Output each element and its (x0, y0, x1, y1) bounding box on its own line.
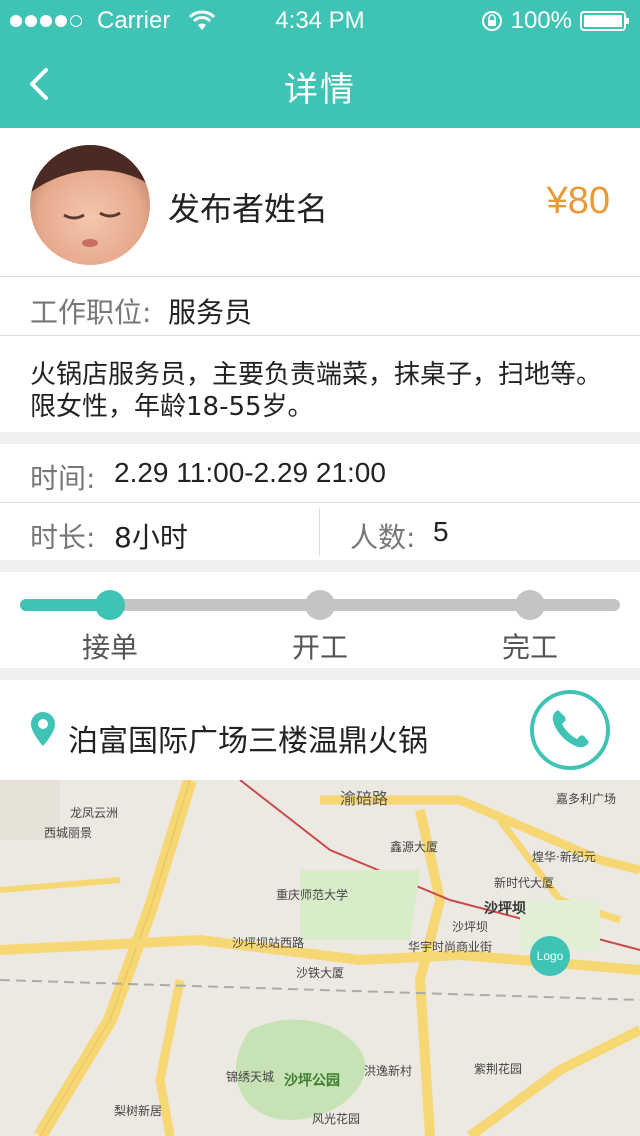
step-label-finish: 完工 (501, 631, 558, 664)
map-label: 西城丽景 (44, 826, 93, 840)
map-label: 新时代大厦 (494, 876, 555, 890)
time-label: 时间: (30, 462, 96, 495)
call-button[interactable] (530, 690, 610, 770)
nav-bar: 详情 (0, 40, 640, 128)
location-pin-icon (31, 712, 55, 746)
step-dot-start (305, 590, 335, 620)
map-label: 梨树新居 (114, 1104, 163, 1118)
people-label: 人数: (350, 521, 416, 554)
divider (0, 502, 640, 503)
divider (319, 508, 320, 556)
map-label: 紫荆花园 (474, 1062, 523, 1076)
logo-badge: Logo (530, 936, 570, 976)
map-label: 沙坪坝 (452, 920, 489, 934)
step-dot-accept (95, 590, 125, 620)
map-label: 龙凤云洲 (70, 806, 119, 820)
step-label-start: 开工 (291, 631, 348, 664)
map-label: 华宇时尚商业街 (408, 940, 493, 954)
people-value: 5 (433, 516, 449, 547)
map-label: 嘉多利广场 (556, 792, 617, 806)
map-label: 沙坪坝 (484, 901, 526, 917)
battery-percent: 100% (510, 7, 572, 34)
avatar (30, 145, 150, 265)
map-label: 风光花园 (312, 1112, 361, 1126)
map-label: 沙铁大厦 (296, 966, 345, 980)
map-label: 沙坪坝站西路 (232, 936, 305, 950)
map-label: 渝碚路 (340, 789, 389, 808)
rotation-lock-icon (481, 11, 502, 31)
map-label: 煌华·新纪元 (532, 850, 596, 864)
duration-value: 8小时 (114, 521, 188, 554)
address-text: 泊富国际广场三楼温鼎火锅 (68, 724, 428, 759)
price-tag: ¥80 (546, 180, 610, 222)
step-dot-finish (515, 590, 545, 620)
time-value: 2.29 11:00-2.29 21:00 (114, 457, 386, 488)
description-line-2: 限女性，年龄18-55岁。 (30, 392, 314, 422)
map-label: 锦绣天城 (226, 1070, 275, 1084)
step-label-accept: 接单 (81, 631, 138, 664)
map-label: 重庆师范大学 (276, 888, 349, 902)
publisher-name: 发布者姓名 (168, 190, 329, 228)
phone-icon (552, 710, 589, 748)
status-bar: Carrier 4:34 PM 100% (0, 0, 640, 40)
page-title: 详情 (284, 70, 356, 110)
position-label: 工作职位: (30, 296, 152, 329)
map-label: 鑫源大厦 (390, 840, 439, 854)
map-label: 洪逸新村 (364, 1064, 413, 1078)
duration-label: 时长: (30, 521, 96, 554)
map-label: 沙坪公园 (284, 1073, 340, 1089)
position-value: 服务员 (168, 296, 253, 329)
battery-icon (580, 11, 629, 31)
